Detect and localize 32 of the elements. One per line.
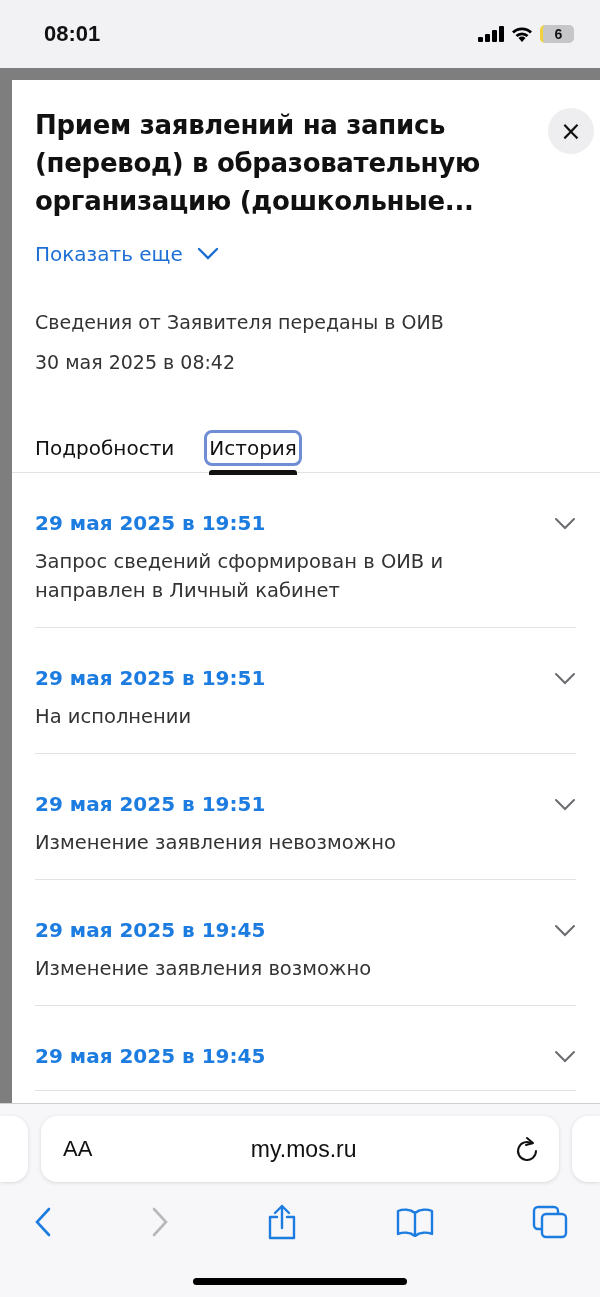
history-date: 29 мая 2025 в 19:45 (35, 1044, 266, 1068)
history-date: 29 мая 2025 в 19:51 (35, 666, 266, 690)
status-text: Сведения от Заявителя переданы в ОИВ (35, 310, 445, 335)
signal-icon (478, 26, 504, 42)
chevron-icon[interactable] (554, 1049, 576, 1063)
close-button[interactable]: × (548, 108, 594, 154)
show-more-link[interactable]: Показать еще (35, 242, 219, 266)
history-text: На исполнении (35, 704, 193, 730)
history-date: 29 мая 2025 в 19:51 (35, 511, 266, 535)
url-text: my.mos.ru (250, 1135, 357, 1163)
address-bar[interactable]: AA my.mos.ru (41, 1116, 559, 1182)
chevron-icon[interactable] (554, 516, 576, 530)
history-date: 29 мая 2025 в 19:51 (35, 792, 266, 816)
history-text: Изменение заявления возможно (35, 956, 373, 982)
back-icon[interactable] (34, 1207, 52, 1237)
tab[interactable]: Подробности (30, 430, 180, 466)
share-icon[interactable] (267, 1204, 297, 1240)
status-time: 08:01 (44, 21, 101, 47)
history-text: Изменение заявления невозможно (35, 830, 397, 856)
battery-level-text: 6 (554, 26, 563, 42)
reload-icon[interactable] (515, 1136, 539, 1162)
status-date: 30 мая 2025 в 08:42 (35, 350, 237, 375)
chevron-icon[interactable] (554, 923, 576, 937)
chevron-icon[interactable] (554, 671, 576, 685)
book-icon[interactable] (395, 1207, 434, 1237)
tabs-icon[interactable] (532, 1205, 568, 1239)
wifi-icon (511, 26, 533, 42)
text-size-button[interactable]: AA (63, 1136, 93, 1162)
service-title: Прием заявлений на запись (перевод) в образовательную организацию (дошкольные... (35, 109, 481, 218)
history-date: 29 мая 2025 в 19:45 (35, 918, 266, 942)
history-text: Запрос сведений сформирован в ОИВ и направлен в Личный кабинет (35, 549, 445, 604)
chevron-icon[interactable] (554, 797, 576, 811)
